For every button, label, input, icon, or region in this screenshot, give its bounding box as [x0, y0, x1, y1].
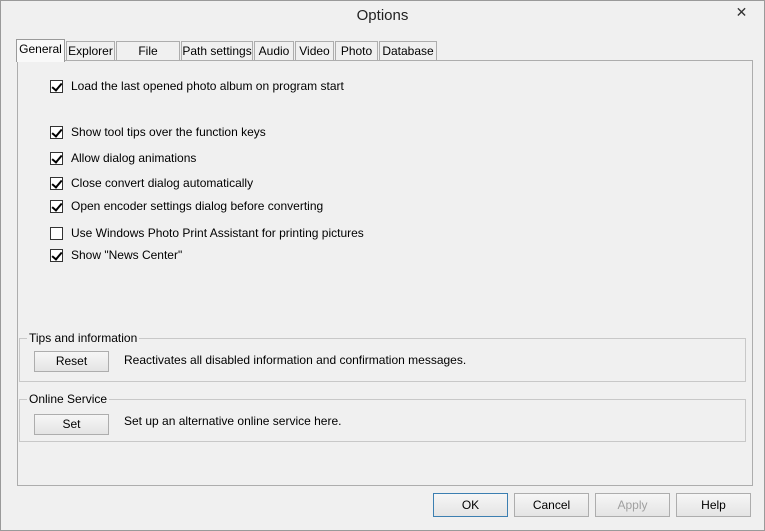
set-description: Set up an alternative online service her…	[124, 414, 342, 428]
checkbox-encoder-settings[interactable]: Open encoder settings dialog before conv…	[50, 198, 323, 214]
tips-information-group: Tips and information Reset Reactivates a…	[19, 331, 746, 382]
options-window: Options ✕ General Explorer File formats …	[0, 0, 765, 531]
tab-video[interactable]: Video	[295, 41, 334, 61]
checkbox-label: Allow dialog animations	[71, 151, 197, 165]
close-icon[interactable]: ✕	[725, 2, 758, 22]
checkbox-show-tooltips[interactable]: Show tool tips over the function keys	[50, 124, 266, 140]
checkbox-box[interactable]	[50, 79, 63, 93]
checkbox-label: Use Windows Photo Print Assistant for pr…	[71, 226, 364, 240]
reset-description: Reactivates all disabled information and…	[124, 353, 467, 367]
set-button[interactable]: Set	[34, 414, 109, 435]
checkbox-box[interactable]	[50, 248, 63, 262]
checkbox-box[interactable]	[50, 125, 63, 139]
checkbox-label: Show "News Center"	[71, 248, 183, 262]
checkbox-label: Show tool tips over the function keys	[71, 125, 266, 139]
tab-photo[interactable]: Photo	[335, 41, 378, 61]
group-title: Tips and information	[27, 331, 140, 345]
ok-button[interactable]: OK	[433, 493, 508, 517]
checkbox-news-center[interactable]: Show "News Center"	[50, 247, 182, 263]
tab-general[interactable]: General	[16, 39, 65, 62]
checkbox-dialog-animations[interactable]: Allow dialog animations	[50, 150, 196, 166]
tab-path-settings[interactable]: Path settings	[181, 41, 253, 61]
tab-file-formats[interactable]: File formats	[116, 41, 180, 76]
title-bar: Options ✕	[1, 1, 764, 32]
help-button[interactable]: Help	[676, 493, 751, 517]
tab-database[interactable]: Database	[379, 41, 437, 61]
checkbox-close-convert-dialog[interactable]: Close convert dialog automatically	[50, 175, 253, 191]
checkbox-box[interactable]	[50, 176, 63, 190]
checkbox-photo-print-assistant[interactable]: Use Windows Photo Print Assistant for pr…	[50, 225, 364, 241]
online-service-group: Online Service Set Set up an alternative…	[19, 392, 746, 442]
reset-button[interactable]: Reset	[34, 351, 109, 372]
checkbox-label: Close convert dialog automatically	[71, 176, 254, 190]
apply-button[interactable]: Apply	[595, 493, 670, 517]
checkbox-box[interactable]	[50, 199, 63, 213]
tab-explorer[interactable]: Explorer	[66, 41, 115, 61]
checkbox-label: Load the last opened photo album on prog…	[71, 79, 344, 93]
group-title: Online Service	[27, 392, 110, 406]
checkbox-label: Open encoder settings dialog before conv…	[71, 199, 324, 213]
checkbox-load-last-album[interactable]: Load the last opened photo album on prog…	[50, 78, 344, 94]
checkbox-box[interactable]	[50, 151, 63, 165]
tab-audio[interactable]: Audio	[254, 41, 294, 61]
checkbox-box[interactable]	[50, 226, 63, 240]
window-title: Options	[356, 7, 409, 24]
cancel-button[interactable]: Cancel	[514, 493, 589, 517]
